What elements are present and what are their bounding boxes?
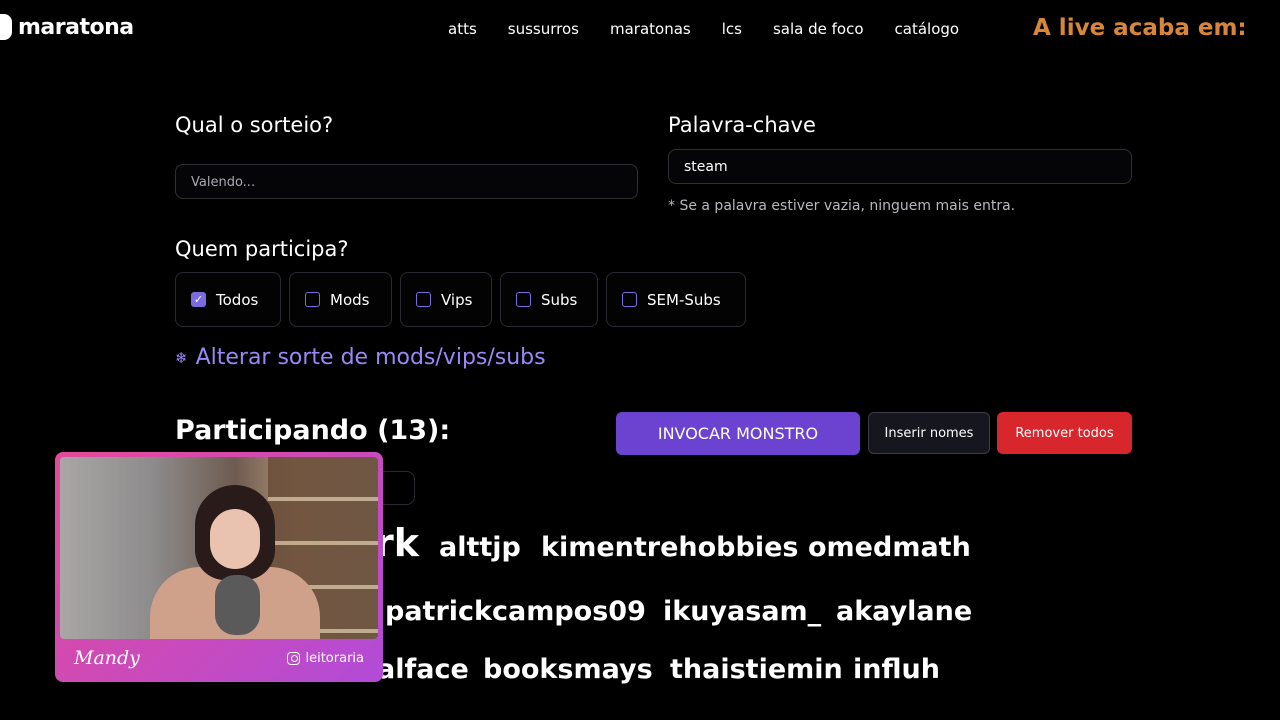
microphone-image	[215, 575, 260, 635]
filter-label: Mods	[330, 290, 370, 309]
nav-link-sala-de-foco[interactable]: sala de foco	[773, 20, 864, 38]
nav-link-atts[interactable]: atts	[448, 20, 477, 38]
raffle-input[interactable]	[175, 164, 638, 199]
remove-all-button[interactable]: Remover todos	[997, 412, 1132, 454]
checkbox-icon	[416, 292, 431, 307]
webcam-overlay: Mandy leitoraria	[55, 452, 383, 682]
keyword-hint: * Se a palavra estiver vazia, ninguem ma…	[668, 198, 1016, 214]
participant-filters: Todos Mods Vips Subs SEM-Subs	[175, 272, 746, 327]
filter-label: Subs	[541, 290, 578, 309]
participant-name[interactable]: akaylane	[836, 596, 972, 627]
filter-mods[interactable]: Mods	[289, 272, 392, 327]
filter-vips[interactable]: Vips	[400, 272, 492, 327]
raffle-title: Qual o sorteio?	[175, 113, 334, 137]
alter-luck-link[interactable]: ❄ Alterar sorte de mods/vips/subs	[175, 345, 546, 370]
instagram-handle-text: leitoraria	[305, 650, 364, 666]
streamer-face-image	[210, 509, 260, 569]
participant-name[interactable]: alttjp	[439, 532, 521, 563]
participant-name[interactable]: booksmays	[483, 654, 653, 685]
filter-todos[interactable]: Todos	[175, 272, 281, 327]
checkbox-icon	[305, 292, 320, 307]
top-nav: maratona atts sussurros maratonas lcs sa…	[0, 0, 1280, 62]
filter-subs[interactable]: Subs	[500, 272, 598, 327]
logo-icon	[0, 14, 12, 40]
nav-link-lcs[interactable]: lcs	[722, 20, 742, 38]
instagram-icon	[287, 651, 301, 665]
gear-icon: ❄	[175, 348, 188, 367]
nav-link-sussurros[interactable]: sussurros	[508, 20, 579, 38]
participating-count-title: Participando (13):	[175, 415, 451, 446]
insert-names-button[interactable]: Inserir nomes	[868, 412, 990, 454]
participant-name[interactable]: kimentrehobbies	[541, 532, 798, 563]
checkbox-icon	[516, 292, 531, 307]
participant-name[interactable]: patrickcampos09	[385, 596, 646, 627]
live-timer-label: A live acaba em:	[1033, 15, 1247, 41]
instagram-handle: leitoraria	[287, 651, 364, 666]
streamer-name: Mandy	[74, 647, 140, 669]
participant-name[interactable]: influh	[853, 654, 940, 685]
nav-links: atts sussurros maratonas lcs sala de foc…	[448, 20, 990, 38]
participant-name[interactable]: alface	[377, 654, 469, 685]
participant-name[interactable]: omedmath	[808, 532, 971, 563]
webcam-feed	[60, 457, 378, 639]
invoke-monster-button[interactable]: INVOCAR MONSTRO	[616, 412, 860, 455]
filter-sem-subs[interactable]: SEM-Subs	[606, 272, 746, 327]
participants-title: Quem participa?	[175, 237, 349, 261]
participant-name[interactable]: thaistiemin	[670, 654, 843, 685]
participant-name[interactable]: ikuyasam_	[663, 596, 821, 627]
alter-luck-label: Alterar sorte de mods/vips/subs	[195, 345, 546, 370]
filter-label: Vips	[441, 290, 473, 309]
logo-text: maratona	[18, 14, 134, 40]
nav-link-maratonas[interactable]: maratonas	[610, 20, 691, 38]
checkbox-checked-icon	[191, 292, 206, 307]
logo[interactable]: maratona	[0, 14, 134, 40]
filter-label: SEM-Subs	[647, 290, 721, 309]
webcam-footer: Mandy leitoraria	[60, 639, 378, 677]
keyword-input[interactable]	[668, 149, 1132, 184]
checkbox-icon	[622, 292, 637, 307]
filter-label: Todos	[216, 290, 259, 309]
keyword-title: Palavra-chave	[668, 113, 816, 137]
nav-link-catalogo[interactable]: catálogo	[895, 20, 960, 38]
